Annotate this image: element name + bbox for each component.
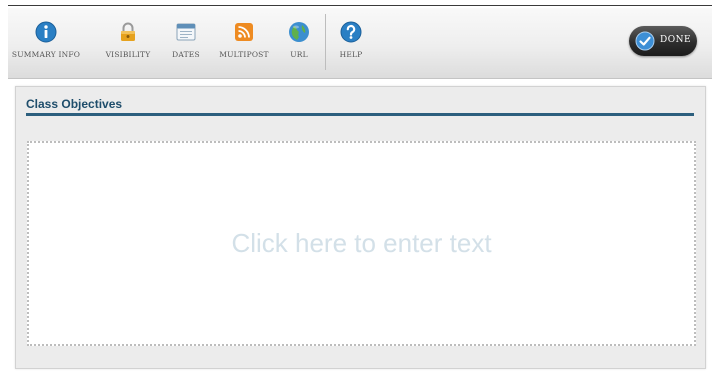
rss-icon	[235, 23, 253, 41]
panel-title: Class Objectives	[26, 97, 123, 111]
help-icon	[340, 21, 362, 43]
help-label: HELP	[339, 50, 363, 59]
done-label: DONE	[660, 35, 692, 45]
help-button[interactable]: HELP	[336, 21, 366, 69]
multipost-label: MULTIPOST	[219, 50, 269, 59]
class-objectives-panel: Class Objectives Click here to enter tex…	[15, 86, 706, 369]
visibility-label: VISIBILITY	[105, 50, 151, 59]
globe-icon	[289, 22, 309, 42]
top-rule	[8, 5, 712, 6]
dates-label: DATES	[172, 50, 200, 59]
toolbar: SUMMARY INFO VISIBILITY DATES MULTIPOST	[8, 8, 712, 79]
visibility-button[interactable]: VISIBILITY	[102, 21, 154, 69]
multipost-button[interactable]: MULTIPOST	[216, 21, 272, 69]
summary-info-label: SUMMARY INFO	[11, 50, 81, 59]
dates-button[interactable]: DATES	[168, 21, 204, 69]
toolbar-separator	[325, 14, 326, 70]
check-icon	[635, 31, 655, 51]
calendar-icon	[176, 23, 196, 41]
text-editor-area[interactable]: Click here to enter text	[27, 141, 696, 346]
title-underline	[26, 113, 694, 116]
done-button[interactable]: DONE	[629, 26, 697, 56]
editor-placeholder: Click here to enter text	[231, 228, 492, 258]
url-button[interactable]: URL	[284, 21, 314, 69]
lock-icon	[121, 22, 135, 41]
info-icon	[35, 21, 57, 43]
summary-info-button[interactable]: SUMMARY INFO	[10, 21, 82, 69]
url-label: URL	[290, 50, 308, 59]
